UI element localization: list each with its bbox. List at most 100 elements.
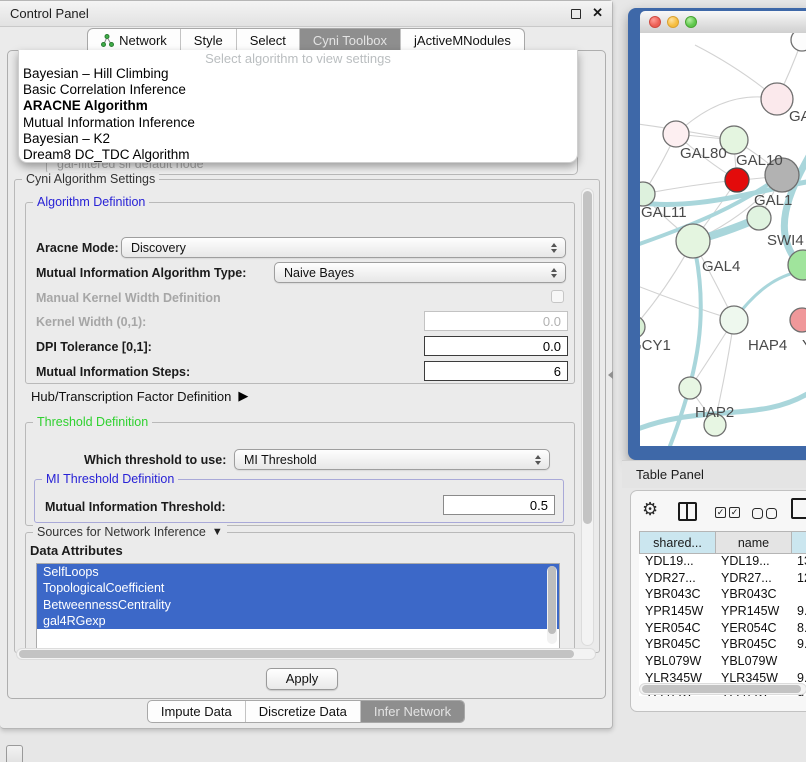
which-threshold-combobox[interactable]: MI Threshold [234,449,550,470]
export-file-icon[interactable] [791,498,806,519]
table-header-row: shared... name A [639,531,806,554]
list-item[interactable]: TopologicalCoefficient [37,580,559,596]
settings-group-title: Cyni Algorithm Settings [22,172,159,186]
screenshot-root: Control Panel ✕ Network [0,0,806,762]
apply-button[interactable]: Apply [266,668,338,690]
kernel-width-label: Kernel Width (0,1): [36,315,146,329]
cyni-algorithm-settings-group: Cyni Algorithm Settings Algorithm Defini… [14,179,600,653]
list-item[interactable]: gal4RGexp [37,613,559,629]
algorithm-option[interactable]: Bayesian – Hill Climbing [19,66,577,82]
network-icon [101,34,114,47]
column-header-shared-name[interactable]: shared... [640,532,716,553]
dpi-tolerance-input[interactable] [424,336,568,356]
algorithm-option[interactable]: Bayesian – K2 [19,131,577,147]
mi-threshold-label: Mutual Information Threshold: [45,500,226,514]
tab-discretize-data[interactable]: Discretize Data [246,701,361,722]
algorithm-definition-group: Algorithm Definition Aracne Mode: Discov… [25,202,575,384]
node-gcy1[interactable] [640,316,645,338]
control-panel-title: Control Panel [10,6,89,21]
table-row[interactable]: YBR045CYBR045C9. [639,637,806,654]
data-attributes-label: Data Attributes [30,543,123,558]
node-salmon[interactable] [790,308,806,332]
minimize-traffic-light-icon[interactable] [667,16,679,28]
tab-cyni-toolbox[interactable]: Cyni Toolbox [300,29,401,52]
node-attribute-table: shared... name A YDL19...YDL19...13 YDR2… [639,531,806,696]
table-row[interactable]: YBR043CYBR043C [639,587,806,604]
algorithm-option-selected[interactable]: ARACNE Algorithm [19,98,577,114]
aracne-mode-label: Aracne Mode: [36,241,119,255]
mi-type-combobox[interactable]: Naive Bayes [274,262,566,283]
node-label: GAL4 [702,258,740,275]
threshold-definition-group: Threshold Definition Which threshold to … [25,422,575,526]
split-columns-icon[interactable] [678,502,697,521]
hub-definition-expander[interactable]: Hub/Transcription Factor Definition ▶ [31,388,248,404]
mi-steps-input[interactable] [424,361,568,381]
chevron-down-icon: ▼ [212,526,223,538]
control-panel-titlebar: Control Panel ✕ [0,1,612,27]
node-gal80[interactable] [663,121,689,147]
panel-divider-collapse-icon[interactable] [608,371,613,379]
node-red-selected[interactable] [725,168,749,192]
table-panel: ⚙ ✓ ✓ shared... name A YDL19...YDL19...1… [630,490,806,712]
algorithm-option[interactable]: Mutual Information Inference [19,115,577,131]
node-hap2[interactable] [679,377,701,399]
column-header-name[interactable]: name [716,532,792,553]
table-row[interactable]: YBL079WYBL079W [639,654,806,671]
list-vertical-scrollbar[interactable] [547,566,557,644]
node-label: GAL11 [641,204,687,221]
table-row[interactable]: YDR27...YDR27...12 [639,571,806,588]
list-item[interactable]: BetweennessCentrality [37,597,559,613]
node[interactable] [791,33,806,51]
manual-kernel-checkbox[interactable] [551,290,564,303]
settings-vertical-scrollbar[interactable] [581,188,594,646]
mi-threshold-input[interactable] [443,495,555,515]
control-panel: Control Panel ✕ Network [0,0,613,729]
node-label: GAL1 [754,192,792,209]
tab-select[interactable]: Select [237,29,300,52]
kernel-width-input[interactable] [424,311,568,331]
gear-icon[interactable]: ⚙ [642,499,658,520]
table-panel-title: Table Panel [636,467,704,482]
chevron-right-icon: ▶ [238,388,248,404]
mi-type-label: Mutual Information Algorithm Type: [36,266,246,280]
column-header[interactable]: A [792,532,806,553]
table-row[interactable]: YER054CYER054C8. [639,621,806,638]
combo-arrows-icon [530,455,546,465]
tab-network[interactable]: Network [88,29,181,52]
node-label: HAP2 [695,404,734,421]
list-item[interactable]: SelfLoops [37,564,559,580]
tab-impute-data[interactable]: Impute Data [148,701,246,722]
tab-style[interactable]: Style [181,29,237,52]
manual-kernel-label: Manual Kernel Width Definition [36,291,221,305]
sources-group-title[interactable]: Sources for Network Inference ▼ [33,525,227,539]
node-label: GAL [789,108,806,125]
zoom-traffic-light-icon[interactable] [685,16,697,28]
algorithm-definition-title: Algorithm Definition [33,195,149,209]
settings-horizontal-scrollbar[interactable] [16,648,596,660]
network-graph: GAL GAL80 GAL10 GAL1 GAL11 SWI4 GAL4 GCY… [640,33,806,446]
table-horizontal-scrollbar[interactable] [639,683,806,695]
sources-group: Sources for Network Inference ▼ Data Att… [25,532,575,654]
table-row[interactable]: YDL19...YDL19...13 [639,554,806,571]
node-label: HAP4 [748,337,787,354]
tab-jactivemnodules[interactable]: jActiveMNodules [401,29,524,52]
node-label: GAL80 [680,145,727,162]
close-icon[interactable]: ✕ [592,5,603,21]
close-traffic-light-icon[interactable] [649,16,661,28]
algorithm-option[interactable]: Dream8 DC_TDC Algorithm [19,147,577,163]
combo-arrows-icon [546,243,562,253]
node-label: GAL10 [736,152,783,169]
node-swi4[interactable] [747,206,771,230]
float-window-icon[interactable] [571,9,581,19]
hide-columns-icon[interactable] [752,508,777,519]
data-attributes-list[interactable]: SelfLoops TopologicalCoefficient Between… [36,563,560,651]
network-canvas[interactable]: GAL GAL80 GAL10 GAL1 GAL11 SWI4 GAL4 GCY… [640,33,806,446]
algorithm-option[interactable]: Basic Correlation Inference [19,82,577,98]
tab-infer-network[interactable]: Infer Network [361,701,464,722]
aracne-mode-combobox[interactable]: Discovery [121,237,566,258]
node-hap4[interactable] [720,306,748,334]
table-row[interactable]: YPR145WYPR145W9. [639,604,806,621]
node-gal4[interactable] [676,224,710,258]
show-checked-columns-icon[interactable]: ✓ ✓ [715,507,740,518]
combo-arrows-icon [546,268,562,278]
